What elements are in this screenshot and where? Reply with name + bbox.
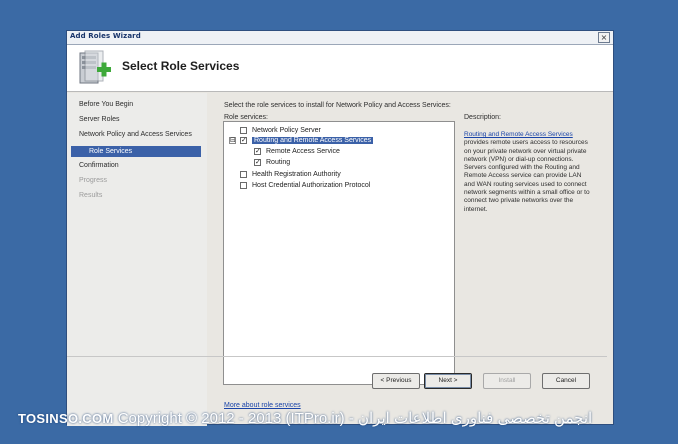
nav-item-role-services[interactable]: Role Services <box>71 146 201 157</box>
nav-item-before-you-begin[interactable]: Before You Begin <box>79 101 133 108</box>
description-label: Description: <box>464 114 501 121</box>
title-bar[interactable]: Add Roles Wizard × <box>67 31 613 45</box>
description-panel: Routing and Remote Access Services provi… <box>464 131 592 214</box>
description-link[interactable]: Routing and Remote Access Services <box>464 131 573 138</box>
next-button[interactable]: Next > <box>424 373 472 389</box>
tree-item-label: Network Policy Server <box>252 127 321 134</box>
tree-item-routing-remote-access[interactable]: ✓ Routing and Remote Access Services <box>240 135 374 146</box>
checkbox-unchecked[interactable] <box>240 127 247 134</box>
tree-item-routing[interactable]: ✓ Routing <box>254 157 290 168</box>
nav-item-server-roles[interactable]: Server Roles <box>79 116 119 123</box>
checkbox-unchecked[interactable] <box>240 171 247 178</box>
add-roles-wizard-window: Add Roles Wizard × Select Role Services … <box>66 30 614 426</box>
checkbox-checked[interactable]: ✓ <box>240 137 247 144</box>
checkbox-unchecked[interactable] <box>240 182 247 189</box>
window-title: Add Roles Wizard <box>70 32 141 40</box>
checkbox-checked[interactable]: ✓ <box>254 159 261 166</box>
nav-item-progress: Progress <box>79 177 108 184</box>
cancel-button[interactable]: Cancel <box>542 373 590 389</box>
collapse-toggle-icon[interactable]: ⊟ <box>229 137 236 144</box>
tree-item-label: Host Credential Authorization Protocol <box>252 182 371 189</box>
more-about-role-services-link[interactable]: More about role services <box>224 402 301 409</box>
watermark-text: Copyright © 2012 - 2013 (ITPro.ir) - انج… <box>117 410 593 427</box>
description-text: provides remote users access to resource… <box>464 139 590 213</box>
watermark-brand: TOSINSO.COM <box>18 411 114 426</box>
wizard-header: Select Role Services <box>67 45 613 92</box>
previous-button[interactable]: < Previous <box>372 373 420 389</box>
page-title: Select Role Services <box>122 59 240 73</box>
nav-item-network-policy[interactable]: Network Policy and Access Services <box>79 131 192 138</box>
copyright-watermark: TOSINSO.COM Copyright © 2012 - 2013 (ITP… <box>18 409 592 427</box>
server-add-icon <box>79 50 111 84</box>
install-button: Install <box>483 373 531 389</box>
role-services-tree[interactable]: Network Policy Server ⊟ ✓ Routing and Re… <box>223 121 455 385</box>
tree-item-label: Routing <box>266 159 291 166</box>
close-button[interactable]: × <box>598 32 610 43</box>
tree-item-label: Remote Access Service <box>266 148 340 155</box>
tree-item-remote-access-service[interactable]: ✓ Remote Access Service <box>254 146 340 157</box>
wizard-steps-nav: Before You Begin Server Roles Network Po… <box>67 93 207 426</box>
tree-item-health-registration[interactable]: Health Registration Authority <box>240 169 341 180</box>
checkbox-checked[interactable]: ✓ <box>254 148 261 155</box>
nav-item-confirmation[interactable]: Confirmation <box>79 162 119 169</box>
tree-item-label: Health Registration Authority <box>252 171 341 178</box>
tree-item-host-credential[interactable]: Host Credential Authorization Protocol <box>240 180 370 191</box>
tree-item-label: Routing and Remote Access Services <box>252 137 374 144</box>
footer-divider <box>67 356 607 357</box>
instruction-text: Select the role services to install for … <box>224 102 451 109</box>
nav-item-results: Results <box>79 192 103 199</box>
role-services-label: Role services: <box>224 114 268 121</box>
